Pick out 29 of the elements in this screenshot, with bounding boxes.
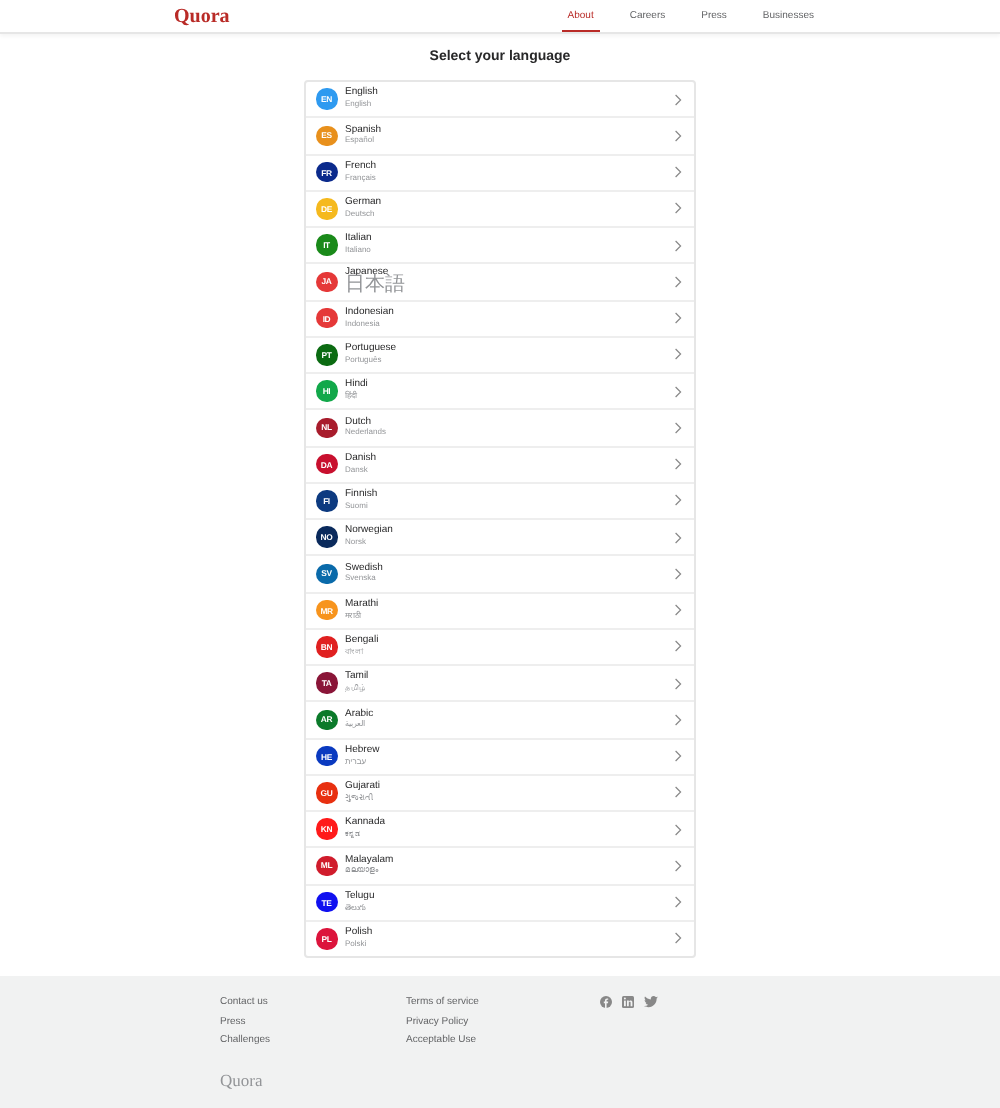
- facebook-icon[interactable]: [600, 996, 612, 1008]
- chevron-right-icon: [674, 567, 682, 580]
- chevron-right-icon: [674, 640, 682, 653]
- chevron-right-icon: [674, 129, 682, 142]
- quora-logo[interactable]: Quora: [174, 5, 230, 27]
- chevron-right-icon: [674, 421, 682, 434]
- chevron-right-icon: [674, 312, 682, 325]
- chevron-right-icon: [674, 896, 682, 909]
- chevron-right-icon: [674, 239, 682, 252]
- linkedin-icon[interactable]: [622, 996, 634, 1008]
- chevron-right-icon: [674, 713, 682, 726]
- chevron-right-icon: [674, 932, 682, 945]
- chevron-right-icon: [674, 458, 682, 471]
- chevron-right-icon: [674, 275, 682, 288]
- chevron-right-icon: [674, 494, 682, 507]
- chevron-right-icon: [674, 348, 682, 361]
- twitter-icon[interactable]: [644, 996, 658, 1008]
- chevron-right-icon: [674, 786, 682, 799]
- chevron-right-icon: [674, 823, 682, 836]
- chevron-right-icon: [674, 604, 682, 617]
- chevron-right-icon: [674, 166, 682, 179]
- chevron-right-icon: [674, 531, 682, 544]
- chevron-right-icon: [674, 859, 682, 872]
- chevron-right-icon: [674, 385, 682, 398]
- chevron-right-icon: [674, 750, 682, 763]
- chevron-right-icon: [674, 93, 682, 106]
- native-name: 日本語: [345, 276, 405, 297]
- chevron-right-icon: [674, 677, 682, 690]
- chevron-right-icon: [674, 202, 682, 215]
